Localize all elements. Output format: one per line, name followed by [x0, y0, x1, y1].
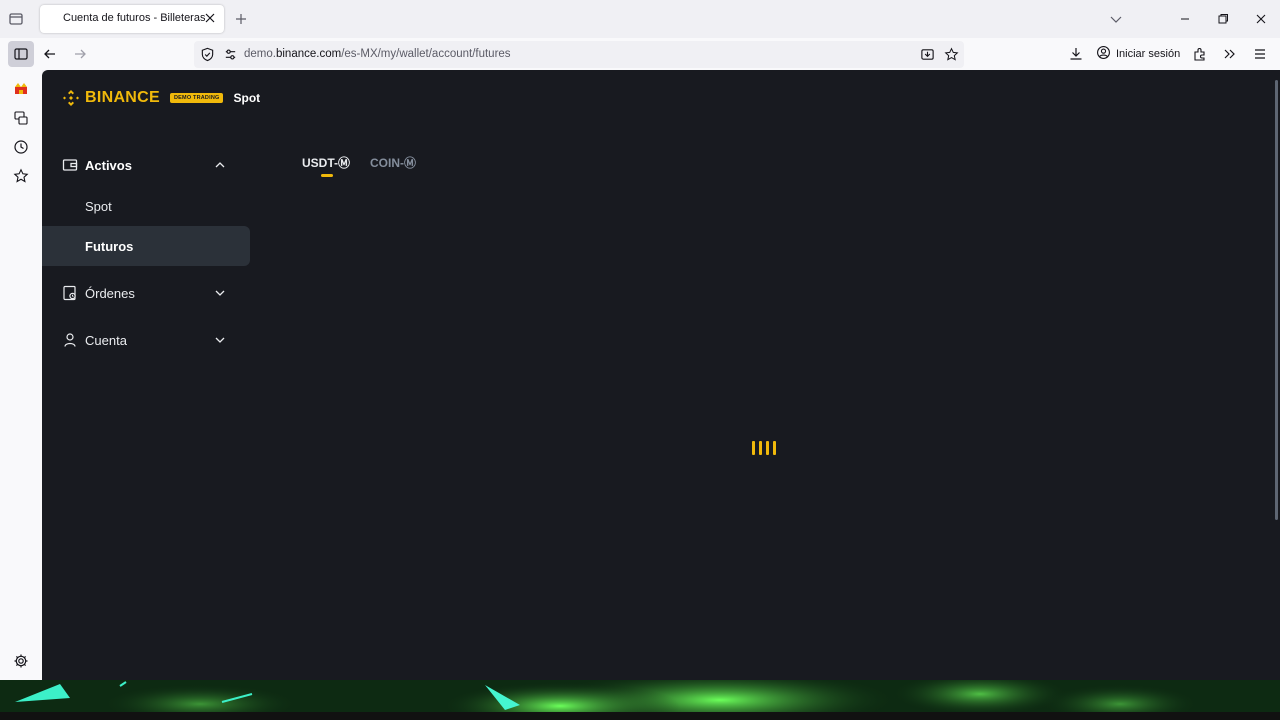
restore-icon[interactable]: [1214, 10, 1232, 28]
shield-icon[interactable]: [200, 47, 215, 67]
menu-group-label: Activos: [85, 157, 132, 173]
tab-usdt-m[interactable]: USDT-Ⓜ: [302, 154, 350, 177]
menu-item-spot[interactable]: Spot: [42, 186, 250, 226]
signin-button[interactable]: Iniciar sesión: [1096, 43, 1180, 65]
browser-tab-bar: Cuenta de futuros - Billeteras -: [0, 0, 1280, 38]
tab-list-icon[interactable]: [6, 9, 26, 29]
tab-coin-m[interactable]: COIN-Ⓜ: [370, 154, 416, 171]
gear-icon[interactable]: [12, 652, 30, 670]
browser-nav-bar: demo.binance.com/es-MX/my/wallet/account…: [0, 38, 1280, 70]
bookmark-star-icon[interactable]: [944, 47, 959, 67]
url-text: demo.binance.com/es-MX/my/wallet/account…: [244, 48, 511, 60]
page-scrollbar[interactable]: [1275, 80, 1278, 520]
back-icon[interactable]: [40, 44, 60, 64]
new-tab-icon[interactable]: [232, 10, 250, 28]
site-settings-icon[interactable]: [223, 47, 238, 67]
account-icon: [1096, 45, 1111, 63]
address-bar[interactable]: demo.binance.com/es-MX/my/wallet/account…: [194, 41, 964, 68]
loading-indicator: [752, 441, 776, 455]
orders-icon: [62, 285, 78, 301]
chevron-down-icon: [213, 333, 227, 347]
browser-sidebar: [0, 70, 42, 680]
menu-item-futures[interactable]: Futuros: [42, 226, 250, 266]
user-icon: [62, 332, 78, 348]
menu-group-label: Cuenta: [85, 332, 127, 348]
demo-trading-badge: DEMO TRADING: [170, 93, 224, 103]
downloads-icon[interactable]: [1066, 44, 1086, 64]
sidebar-toggle-icon[interactable]: [8, 41, 34, 67]
close-icon[interactable]: [203, 11, 217, 25]
wallet-icon: [62, 157, 78, 173]
banner-bottom-strip: [0, 712, 1280, 720]
bookmarks-icon[interactable]: [12, 167, 30, 185]
menu-group-label: Órdenes: [85, 285, 135, 301]
signin-label: Iniciar sesión: [1116, 48, 1181, 60]
wallet-side-menu: Activos Spot Futuros Órdenes Cuenta: [42, 144, 250, 364]
menu-group-assets[interactable]: Activos: [42, 144, 250, 186]
top-nav-spot-link[interactable]: Spot: [233, 91, 260, 105]
menu-item-label: Spot: [85, 198, 112, 214]
chevron-down-icon: [213, 286, 227, 300]
history-icon[interactable]: [12, 138, 30, 156]
forward-icon[interactable]: [70, 44, 90, 64]
menu-item-label: Futuros: [85, 238, 134, 254]
minimize-icon[interactable]: [1176, 10, 1194, 28]
browser-tab[interactable]: Cuenta de futuros - Billeteras -: [40, 5, 224, 33]
futures-type-tabs: USDT-Ⓜ COIN-Ⓜ: [302, 154, 416, 177]
brand-name: BINANCE: [85, 89, 160, 106]
binance-logo-icon: [63, 90, 79, 106]
tab-overflow-chevron-icon[interactable]: [1107, 10, 1125, 28]
install-page-icon[interactable]: [920, 47, 935, 67]
extensions-icon[interactable]: [1190, 44, 1210, 64]
chevron-up-icon: [213, 158, 227, 172]
window-close-icon[interactable]: [1252, 10, 1270, 28]
binance-page: BINANCE DEMO TRADING Spot Activos Spot F…: [42, 70, 1280, 680]
menu-group-orders[interactable]: Órdenes: [42, 270, 250, 316]
binance-logo[interactable]: BINANCE DEMO TRADING Spot: [62, 87, 260, 109]
menu-hamburger-icon[interactable]: [1250, 44, 1270, 64]
more-tools-icon[interactable]: [1220, 44, 1240, 64]
menu-group-account[interactable]: Cuenta: [42, 316, 250, 364]
tab-title: Cuenta de futuros - Billeteras -: [63, 12, 205, 24]
synced-tabs-icon[interactable]: [12, 109, 30, 127]
extension-app-icon[interactable]: [12, 80, 30, 98]
